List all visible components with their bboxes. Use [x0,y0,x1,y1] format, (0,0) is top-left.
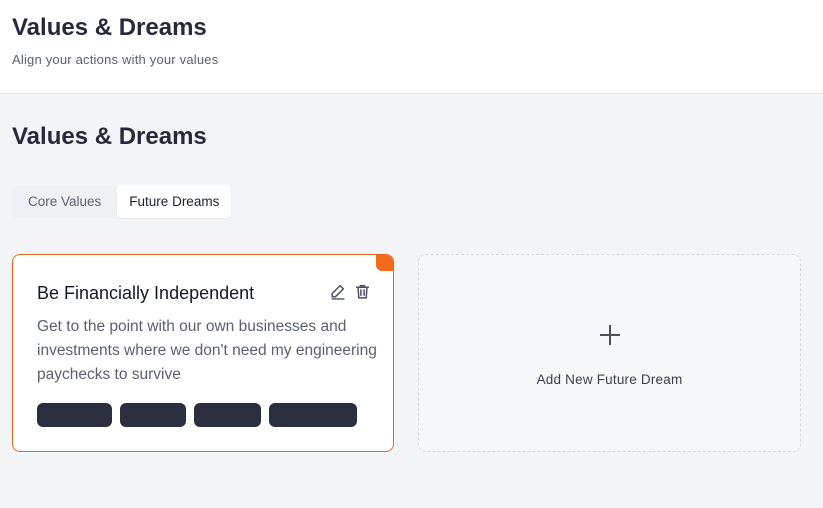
add-future-dream-label: Add New Future Dream [536,372,683,387]
trash-icon[interactable] [354,283,371,300]
tag-chip [37,403,112,427]
future-dream-card[interactable]: Be Financially Independent Get to the po… [12,254,394,452]
card-actions [329,283,371,300]
tab-bar: Core Values Future Dreams [12,185,232,218]
tag-chip [194,403,261,427]
pencil-icon[interactable] [329,283,346,300]
tag-chip [269,403,357,427]
top-header: Values & Dreams Align your actions with … [0,0,823,94]
tab-core-values[interactable]: Core Values [12,185,117,218]
tag-chip [120,403,186,427]
page-title: Values & Dreams [12,123,207,150]
tab-future-dreams[interactable]: Future Dreams [117,185,232,218]
app-subtitle: Align your actions with your values [12,52,219,67]
add-future-dream-button[interactable]: Add New Future Dream [418,254,801,452]
plus-icon [600,325,620,345]
corner-badge [376,255,393,271]
dream-title: Be Financially Independent [37,283,255,303]
dream-description: Get to the point with our own businesses… [37,318,377,383]
tag-list [37,403,357,427]
app-title: Values & Dreams [12,14,207,41]
